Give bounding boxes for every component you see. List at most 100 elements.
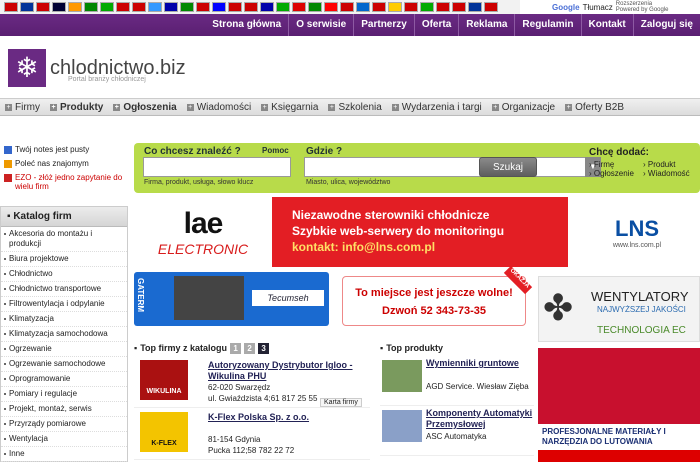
search-where-input[interactable] <box>304 157 586 177</box>
language-flag-icon[interactable] <box>260 2 274 12</box>
valve-banner[interactable] <box>538 348 700 424</box>
language-flag-icon[interactable] <box>340 2 354 12</box>
site-logo[interactable]: ❄ chlodnictwo.biz Portal branży chłodnic… <box>8 48 186 88</box>
lns-ad-banner[interactable]: Niezawodne sterowniki chłodnicze Szybkie… <box>272 197 568 267</box>
page-2-button[interactable]: 2 <box>244 342 256 354</box>
ezo-link[interactable]: EZO - złóż jedno zapytanie do wielu firm <box>0 172 128 194</box>
language-flag-icon[interactable] <box>228 2 242 12</box>
page-1-button[interactable]: 1 <box>230 342 242 354</box>
add-news-label: Wiadomość <box>647 169 690 178</box>
product-name-link[interactable]: Wymienniki gruntowe <box>426 358 519 369</box>
lae-banner[interactable]: lae ELECTRONIC <box>134 198 272 266</box>
add-product-link[interactable]: › Produkt <box>643 160 697 169</box>
free-ad-banner[interactable]: OKAZJA To miejsce jest jeszcze wolne! Dz… <box>342 265 533 326</box>
language-flag-icon[interactable] <box>452 2 466 12</box>
catalog-item[interactable]: Klimatyzacja samochodowa <box>1 327 127 342</box>
section-nav-item[interactable]: + Organizacje <box>487 102 560 113</box>
language-flag-icon[interactable] <box>4 2 18 12</box>
section-nav-label: Szkolenia <box>338 101 382 113</box>
catalog-item[interactable]: Chłodnictwo <box>1 267 127 282</box>
catalog-item[interactable]: Pomiary i regulacje <box>1 387 127 402</box>
section-nav-item[interactable]: + Firmy <box>0 102 45 113</box>
soldering-banner[interactable]: PROFESJONALNE MATERIAŁY I NARZĘDZIA DO L… <box>538 424 700 462</box>
nav-about[interactable]: O serwisie <box>288 14 353 36</box>
search-button[interactable]: Szukaj <box>479 157 537 177</box>
page-3-button[interactable]: 3 <box>258 342 270 354</box>
language-flag-icon[interactable] <box>324 2 338 12</box>
language-flag-icon[interactable] <box>308 2 322 12</box>
section-nav-item[interactable]: + Produkty <box>45 102 108 113</box>
language-flag-icon[interactable] <box>292 2 306 12</box>
translate-small: Rozszerzenia Powered by Google <box>616 1 669 13</box>
language-flag-icon[interactable] <box>164 2 178 12</box>
firm-name-link[interactable]: K-Flex Polska Sp. z o.o. <box>208 412 368 423</box>
language-flag-icon[interactable] <box>116 2 130 12</box>
translate-label[interactable]: Tłumacz <box>583 3 613 12</box>
catalog-item[interactable]: Przyrządy pomiarowe <box>1 417 127 432</box>
language-flag-icon[interactable] <box>356 2 370 12</box>
language-flag-icon[interactable] <box>132 2 146 12</box>
language-flag-icon[interactable] <box>212 2 226 12</box>
nav-partners[interactable]: Partnerzy <box>353 14 414 36</box>
recommend-link[interactable]: Poleć nas znajomym <box>0 158 128 172</box>
add-firm-link[interactable]: › Firmę <box>589 160 643 169</box>
add-ad-link[interactable]: › Ogłoszenie <box>589 169 643 178</box>
catalog-item[interactable]: Inne <box>1 447 127 462</box>
firm-card-button[interactable]: Karta firmy <box>320 398 362 407</box>
add-news-link[interactable]: › Wiadomość <box>643 169 697 178</box>
catalog-item[interactable]: Projekt, montaż, serwis <box>1 402 127 417</box>
section-nav-item[interactable]: + Wydarzenia i targi <box>387 102 487 113</box>
help-link[interactable]: Pomoc <box>262 146 289 155</box>
section-nav-item[interactable]: + Oferty B2B <box>560 102 629 113</box>
catalog-item[interactable]: Akcesoria do montażu i produkcji <box>1 227 127 252</box>
catalog-item[interactable]: Chłodnictwo transportowe <box>1 282 127 297</box>
product-image[interactable] <box>382 410 422 442</box>
catalog-item[interactable]: Wentylacja <box>1 432 127 447</box>
fans-banner[interactable]: ✤ WENTYLATORY NAJWYŻSZEJ JAKOŚCI TECHNOL… <box>538 276 700 342</box>
nav-ads[interactable]: Reklama <box>458 14 514 36</box>
section-nav-item[interactable]: + Ogłoszenia <box>108 102 181 113</box>
section-nav-item[interactable]: + Szkolenia <box>323 102 386 113</box>
language-flag-icon[interactable] <box>100 2 114 12</box>
product-name-link[interactable]: Komponenty Automatyki Przemysłowej <box>426 408 534 430</box>
lns-banner[interactable]: LNS www.lns.com.pl <box>574 198 700 266</box>
language-flag-icon[interactable] <box>196 2 210 12</box>
language-flag-icon[interactable] <box>84 2 98 12</box>
language-flag-icon[interactable] <box>20 2 34 12</box>
catalog-item[interactable]: Filtrowentylacja i odpylanie <box>1 297 127 312</box>
product-image[interactable] <box>382 360 422 392</box>
language-flag-icon[interactable] <box>484 2 498 12</box>
catalog-item[interactable]: Ogrzewanie <box>1 342 127 357</box>
language-flag-icon[interactable] <box>404 2 418 12</box>
nav-login[interactable]: Zaloguj się <box>632 14 700 36</box>
language-flag-icon[interactable] <box>36 2 50 12</box>
language-flag-icon[interactable] <box>244 2 258 12</box>
section-nav-item[interactable]: + Księgarnia <box>256 102 323 113</box>
language-flag-icon[interactable] <box>180 2 194 12</box>
nav-offer[interactable]: Oferta <box>413 14 458 36</box>
language-flag-icon[interactable] <box>436 2 450 12</box>
nav-contact[interactable]: Kontakt <box>580 14 633 36</box>
nav-home[interactable]: Strona główna <box>205 14 288 36</box>
language-flag-icon[interactable] <box>68 2 82 12</box>
firm-name-link[interactable]: Autoryzowany Dystrybutor Igloo - Wikulin… <box>208 360 368 382</box>
section-nav-item[interactable]: + Wiadomości <box>182 102 256 113</box>
catalog-item[interactable]: Oprogramowanie <box>1 372 127 387</box>
language-flag-icon[interactable] <box>372 2 386 12</box>
catalog-item[interactable]: Biura projektowe <box>1 252 127 267</box>
language-flag-icon[interactable] <box>468 2 482 12</box>
language-flag-icon[interactable] <box>420 2 434 12</box>
firm-logo[interactable]: K-FLEX <box>140 412 188 452</box>
search-what-input[interactable] <box>143 157 291 177</box>
catalog-item[interactable]: Klimatyzacja <box>1 312 127 327</box>
nav-terms[interactable]: Regulamin <box>514 14 580 36</box>
firm-logo[interactable]: WIKULINA <box>140 360 188 400</box>
language-flag-icon[interactable] <box>148 2 162 12</box>
language-flag-icon[interactable] <box>388 2 402 12</box>
gaterm-banner[interactable]: GATERM Tecumseh <box>134 272 329 326</box>
notes-link[interactable]: Twój notes jest pusty <box>0 144 128 158</box>
language-flag-icon[interactable] <box>276 2 290 12</box>
catalog-item[interactable]: Ogrzewanie samochodowe <box>1 357 127 372</box>
google-translate[interactable]: Google Tłumacz Rozszerzenia Powered by G… <box>552 0 700 14</box>
language-flag-icon[interactable] <box>52 2 66 12</box>
